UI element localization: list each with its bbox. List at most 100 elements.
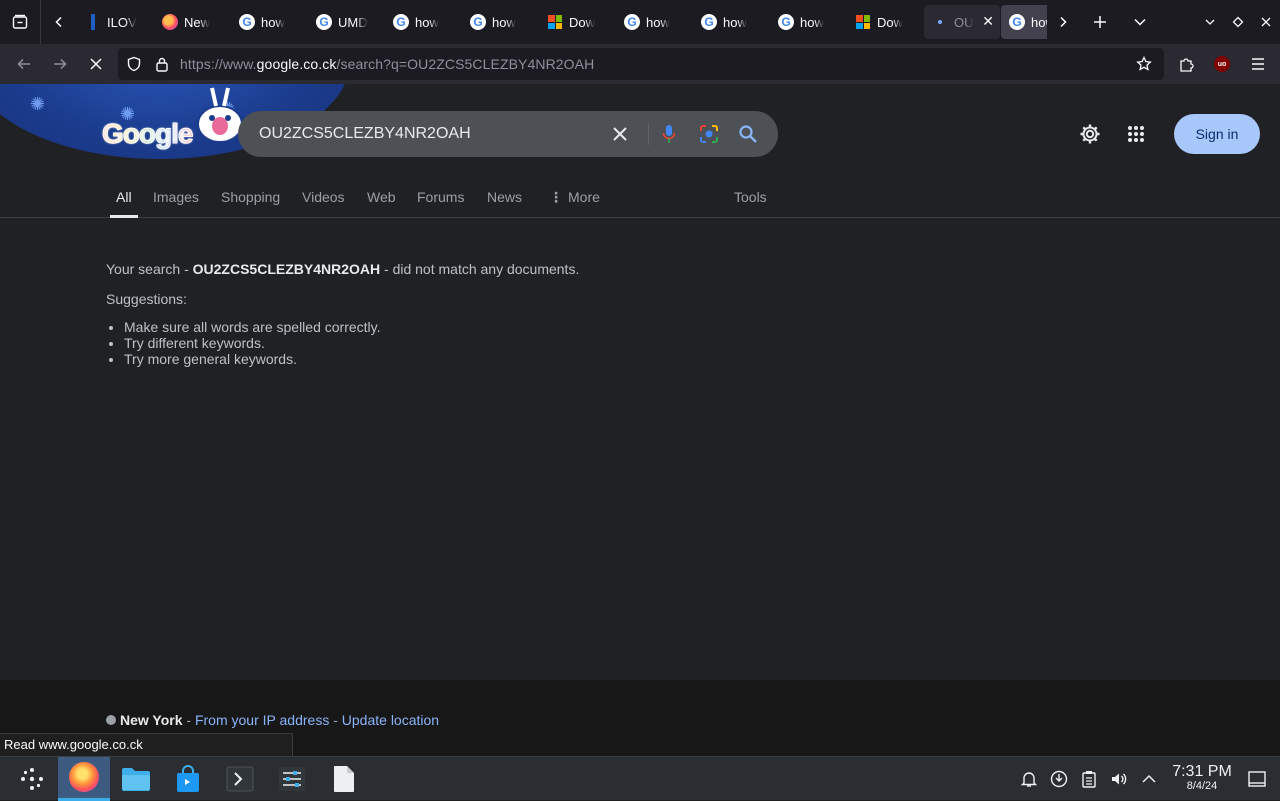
search-tabs: All Images Shopping Videos Web Forums Ne… xyxy=(0,180,1280,218)
ublock-origin-button[interactable]: uo xyxy=(1204,48,1240,80)
hamburger-menu-icon xyxy=(1252,58,1264,70)
firefox-icon xyxy=(69,762,99,792)
tab-web[interactable]: Web xyxy=(365,180,398,218)
tab-label: UMD xyxy=(338,14,368,30)
suggestion-item: Try more general keywords. xyxy=(124,351,706,367)
tools-button[interactable]: Tools xyxy=(732,180,769,218)
google-doodle-logo[interactable]: Google xyxy=(101,118,193,150)
tab[interactable]: G UMD xyxy=(308,5,384,39)
tab-label: Dow xyxy=(877,14,904,30)
chevron-down-icon xyxy=(1134,18,1146,26)
suggestions-list: Make sure all words are spelled correctl… xyxy=(124,319,706,367)
list-all-tabs-button[interactable] xyxy=(1125,0,1155,44)
google-icon: G xyxy=(470,14,486,30)
chevron-left-icon xyxy=(55,16,62,28)
tab[interactable]: Dow xyxy=(847,5,923,39)
maximize-button[interactable] xyxy=(1224,0,1252,44)
tab-shopping[interactable]: Shopping xyxy=(219,180,282,218)
tab-all[interactable]: All xyxy=(110,180,138,218)
tab-images[interactable]: Images xyxy=(151,180,201,218)
suggestion-item: Try different keywords. xyxy=(124,335,706,351)
digital-clock[interactable]: 7:31 PM 8/4/24 xyxy=(1164,764,1240,793)
tab-label: how xyxy=(261,14,285,30)
stop-loading-button[interactable] xyxy=(78,48,114,80)
search-input[interactable] xyxy=(259,125,599,143)
tab[interactable]: Ghow xyxy=(770,5,846,39)
ilovepdf-icon xyxy=(91,14,95,30)
new-tab-button[interactable] xyxy=(1075,0,1125,44)
clear-search-button[interactable] xyxy=(607,121,633,147)
tab[interactable]: ILOV xyxy=(77,5,153,39)
close-tab-icon[interactable]: ✕ xyxy=(982,13,994,30)
tab[interactable]: Ghow xyxy=(616,5,692,39)
no-match-text: Your search - OU2ZCS5CLEZBY4NR2OAH - did… xyxy=(106,259,706,279)
taskbar-text-editor[interactable] xyxy=(318,757,370,801)
tab-news[interactable]: News xyxy=(485,180,524,218)
scroll-tabs-right-button[interactable] xyxy=(1051,0,1075,44)
taskbar-firefox[interactable] xyxy=(58,756,110,801)
lock-icon[interactable] xyxy=(148,56,176,72)
update-location-link[interactable]: Update location xyxy=(342,712,439,728)
no-results-message: Your search - OU2ZCS5CLEZBY4NR2OAH - did… xyxy=(106,259,706,367)
document-icon xyxy=(334,765,354,792)
bookmark-star-icon[interactable] xyxy=(1130,56,1158,72)
tab[interactable]: Ghow xyxy=(231,5,307,39)
tab-videos[interactable]: Videos xyxy=(300,180,347,218)
forward-button[interactable] xyxy=(42,48,78,80)
app-menu-button[interactable] xyxy=(1240,48,1276,80)
tab[interactable]: Ghow xyxy=(462,5,538,39)
update-notifier-icon[interactable] xyxy=(1044,757,1074,801)
clock-date: 8/4/24 xyxy=(1186,780,1218,792)
url-path: /search?q=OU2ZCS5CLEZBY4NR2OAH xyxy=(336,56,595,72)
lens-search-button[interactable] xyxy=(696,121,722,147)
sign-in-button[interactable]: Sign in xyxy=(1174,114,1260,154)
tab-label: New xyxy=(184,14,211,30)
tab[interactable]: Ghow xyxy=(693,5,769,39)
application-launcher-button[interactable] xyxy=(6,757,58,801)
voice-search-button[interactable] xyxy=(656,121,682,147)
stop-icon xyxy=(90,58,102,70)
tab[interactable]: Ghow xyxy=(385,5,461,39)
google-icon: G xyxy=(624,14,640,30)
tab-label: how xyxy=(492,14,516,30)
from-ip-link[interactable]: From your IP address xyxy=(195,712,329,728)
tab-label: how xyxy=(1031,14,1047,30)
volume-icon[interactable] xyxy=(1104,757,1134,801)
url-text[interactable]: https://www.google.co.ck/search?q=OU2ZCS… xyxy=(180,56,594,72)
clipboard-icon[interactable] xyxy=(1074,757,1104,801)
search-button[interactable] xyxy=(735,121,761,147)
tab[interactable]: New xyxy=(154,5,230,39)
google-icon: G xyxy=(316,14,332,30)
google-icon: G xyxy=(393,14,409,30)
tab-forums[interactable]: Forums xyxy=(415,180,466,218)
search-box[interactable] xyxy=(238,111,778,157)
tracking-protection-icon[interactable] xyxy=(120,56,148,72)
show-hidden-icons-button[interactable] xyxy=(1134,757,1164,801)
no-match-prefix: Your search - xyxy=(106,261,193,277)
show-desktop-button[interactable] xyxy=(1240,757,1274,801)
close-window-button[interactable] xyxy=(1252,0,1280,44)
firefox-view-button[interactable] xyxy=(0,0,40,44)
taskbar-system-settings[interactable] xyxy=(266,757,318,801)
notifications-alarm-icon[interactable] xyxy=(1014,757,1044,801)
tab-more[interactable]: ⋮ More xyxy=(547,180,602,218)
taskbar-terminal[interactable] xyxy=(214,757,266,801)
desktop-icon xyxy=(1248,771,1266,787)
navigation-toolbar: https://www.google.co.ck/search?q=OU2ZCS… xyxy=(0,44,1280,84)
scroll-tabs-left-button[interactable] xyxy=(41,0,77,44)
back-button[interactable] xyxy=(6,48,42,80)
location-city: New York xyxy=(120,712,183,728)
extensions-button[interactable] xyxy=(1168,48,1204,80)
settings-button[interactable] xyxy=(1070,114,1110,154)
taskbar-file-manager[interactable] xyxy=(110,757,162,801)
minimize-button[interactable] xyxy=(1196,0,1224,44)
google-apps-button[interactable] xyxy=(1116,114,1156,154)
status-panel: Read www.google.co.ck xyxy=(0,733,293,756)
tab-loading[interactable]: OU ✕ xyxy=(924,5,1000,39)
google-lens-icon xyxy=(700,125,718,143)
tab[interactable]: Dow xyxy=(539,5,615,39)
taskbar: 7:31 PM 8/4/24 xyxy=(0,756,1280,801)
url-bar[interactable]: https://www.google.co.ck/search?q=OU2ZCS… xyxy=(118,48,1164,80)
tab-selected[interactable]: Ghow xyxy=(1001,5,1047,39)
taskbar-discover[interactable] xyxy=(162,757,214,801)
